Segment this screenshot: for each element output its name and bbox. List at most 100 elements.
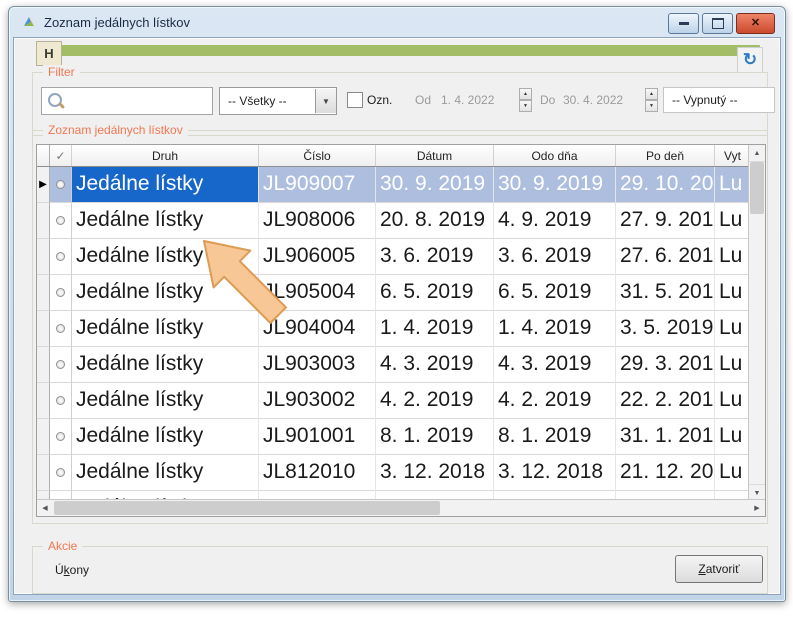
vertical-scrollbar[interactable]: ▲ ▼ <box>748 145 765 501</box>
spinner-up-icon[interactable]: ▲ <box>645 88 658 100</box>
row-check-cell[interactable] <box>50 203 72 239</box>
row-check-cell[interactable] <box>50 275 72 311</box>
cell-po-den[interactable]: 27. 6. 2019 <box>616 239 715 275</box>
cell-vyt[interactable]: Lu <box>715 167 750 203</box>
cell-odo-dna[interactable]: 30. 9. 2019 <box>494 167 616 203</box>
cell-druh[interactable]: Jedálne lístky <box>72 239 259 275</box>
cell-datum[interactable]: 1. 4. 2019 <box>376 311 494 347</box>
cell-po-den[interactable]: 21. 12. 2018 <box>616 455 715 491</box>
zatvorit-button[interactable]: Zatvoriť <box>675 555 763 583</box>
table-row[interactable]: Jedálne lístky JL906005 3. 6. 2019 3. 6.… <box>37 239 765 275</box>
date-from-value[interactable]: 1. 4. 2022 <box>441 93 494 107</box>
titlebar[interactable]: Zoznam jedálnych lístkov ✕ <box>9 7 785 37</box>
cell-cislo[interactable]: JL905004 <box>259 275 376 311</box>
table-row[interactable]: Jedálne lístky JL901001 8. 1. 2019 8. 1.… <box>37 419 765 455</box>
table-row[interactable]: Jedálne lístky JL812010 3. 12. 2018 3. 1… <box>37 455 765 491</box>
row-check-cell[interactable] <box>50 311 72 347</box>
row-marker[interactable] <box>37 311 50 347</box>
cell-druh[interactable]: Jedálne lístky <box>72 347 259 383</box>
spinner-down-icon[interactable]: ▼ <box>645 100 658 112</box>
horizontal-scroll-thumb[interactable] <box>54 501 440 515</box>
spinner-down-icon[interactable]: ▼ <box>519 100 532 112</box>
cell-druh[interactable]: Jedálne lístky <box>72 383 259 419</box>
cell-odo-dna[interactable]: 6. 5. 2019 <box>494 275 616 311</box>
refresh-button[interactable]: ↻ <box>737 47 763 73</box>
row-check-cell[interactable] <box>50 239 72 275</box>
header-druh[interactable]: Druh <box>72 145 259 166</box>
date-to-value[interactable]: 30. 4. 2022 <box>563 93 623 107</box>
cell-vyt[interactable]: Lu <box>715 347 750 383</box>
cell-odo-dna[interactable]: 8. 1. 2019 <box>494 419 616 455</box>
row-check-cell[interactable] <box>50 419 72 455</box>
table-row[interactable]: Jedálne lístky JL905004 6. 5. 2019 6. 5.… <box>37 275 765 311</box>
row-marker[interactable] <box>37 419 50 455</box>
row-marker[interactable] <box>37 383 50 419</box>
row-marker[interactable] <box>37 455 50 491</box>
cell-datum[interactable]: 3. 12. 2018 <box>376 455 494 491</box>
cell-po-den[interactable]: 3. 5. 2019 <box>616 311 715 347</box>
header-cislo[interactable]: Číslo <box>259 145 376 166</box>
cell-datum[interactable]: 6. 5. 2019 <box>376 275 494 311</box>
cell-odo-dna[interactable]: 4. 3. 2019 <box>494 347 616 383</box>
horizontal-scrollbar[interactable]: ◀ ▶ <box>37 499 765 516</box>
cell-po-den[interactable]: 29. 10. 2019 <box>616 167 715 203</box>
cell-vyt[interactable]: Lu <box>715 383 750 419</box>
cell-po-den[interactable]: 27. 9. 2019 <box>616 203 715 239</box>
header-check[interactable]: ✓ <box>50 145 72 166</box>
spinner-up-icon[interactable]: ▲ <box>519 88 532 100</box>
cell-vyt[interactable]: Lu <box>715 275 750 311</box>
cell-druh[interactable]: Jedálne lístky <box>72 419 259 455</box>
header-odo-dna[interactable]: Odo dňa <box>494 145 616 166</box>
cell-po-den[interactable]: 31. 5. 2019 <box>616 275 715 311</box>
row-marker[interactable] <box>37 239 50 275</box>
cell-vyt[interactable]: Lu <box>715 239 750 275</box>
header-datum[interactable]: Dátum <box>376 145 494 166</box>
cell-druh[interactable]: Jedálne lístky <box>72 167 259 203</box>
cell-cislo[interactable]: JL908006 <box>259 203 376 239</box>
header-vyt[interactable]: Vyt <box>715 145 750 166</box>
cell-odo-dna[interactable]: 4. 2. 2019 <box>494 383 616 419</box>
row-marker[interactable] <box>37 275 50 311</box>
row-marker[interactable]: ▶ <box>37 167 50 203</box>
cell-datum[interactable]: 8. 1. 2019 <box>376 419 494 455</box>
cell-datum[interactable]: 30. 9. 2019 <box>376 167 494 203</box>
row-check-cell[interactable] <box>50 383 72 419</box>
cell-cislo[interactable]: JL909007 <box>259 167 376 203</box>
cell-datum[interactable]: 3. 6. 2019 <box>376 239 494 275</box>
table-row[interactable]: ▶ Jedálne lístky JL909007 30. 9. 2019 30… <box>37 167 765 203</box>
table-row[interactable]: Jedálne lístky JL908006 20. 8. 2019 4. 9… <box>37 203 765 239</box>
cell-cislo[interactable]: JL906005 <box>259 239 376 275</box>
type-dropdown[interactable]: -- Všetky -- ▼ <box>219 87 337 115</box>
table-row[interactable]: Jedálne lístky JL903002 4. 2. 2019 4. 2.… <box>37 383 765 419</box>
cell-druh[interactable]: Jedálne lístky <box>72 311 259 347</box>
cell-druh[interactable]: Jedálne lístky <box>72 275 259 311</box>
cell-vyt[interactable]: Lu <box>715 311 750 347</box>
row-check-cell[interactable] <box>50 347 72 383</box>
cell-po-den[interactable]: 31. 1. 2019 <box>616 419 715 455</box>
minimize-button[interactable] <box>668 13 699 34</box>
cell-cislo[interactable]: JL812010 <box>259 455 376 491</box>
cell-odo-dna[interactable]: 3. 6. 2019 <box>494 239 616 275</box>
table-row[interactable]: Jedálne lístky JL903003 4. 3. 2019 4. 3.… <box>37 347 765 383</box>
cell-vyt[interactable]: Lu <box>715 203 750 239</box>
close-button[interactable]: ✕ <box>736 13 775 34</box>
cell-vyt[interactable]: Lu <box>715 455 750 491</box>
chevron-down-icon[interactable]: ▼ <box>315 89 336 113</box>
cell-po-den[interactable]: 22. 2. 2019 <box>616 383 715 419</box>
cell-po-den[interactable]: 29. 3. 2019 <box>616 347 715 383</box>
search-input[interactable] <box>66 90 208 112</box>
cell-druh[interactable]: Jedálne lístky <box>72 203 259 239</box>
cell-odo-dna[interactable]: 1. 4. 2019 <box>494 311 616 347</box>
ukony-menu[interactable]: Úkony <box>55 563 89 577</box>
date-from-spinner[interactable]: ▲ ▼ <box>519 88 532 112</box>
header-po-den[interactable]: Po deň <box>616 145 715 166</box>
scroll-up-icon[interactable]: ▲ <box>749 145 765 162</box>
row-check-cell[interactable] <box>50 455 72 491</box>
date-to-spinner[interactable]: ▲ ▼ <box>645 88 658 112</box>
vertical-scroll-thumb[interactable] <box>750 162 764 214</box>
row-marker[interactable] <box>37 347 50 383</box>
cell-odo-dna[interactable]: 3. 12. 2018 <box>494 455 616 491</box>
scroll-left-icon[interactable]: ◀ <box>37 500 53 516</box>
cell-datum[interactable]: 4. 3. 2019 <box>376 347 494 383</box>
maximize-button[interactable] <box>702 13 733 34</box>
